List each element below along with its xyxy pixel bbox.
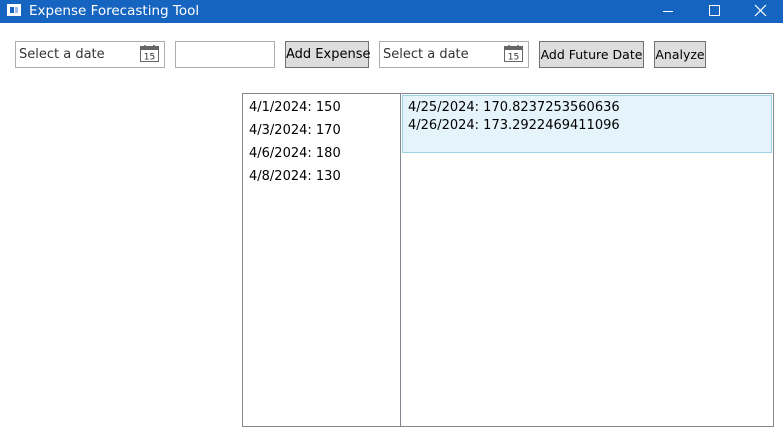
close-icon: [754, 4, 767, 17]
minimize-icon: [663, 11, 673, 12]
forecast-line: 4/26/2024: 173.2922469411096: [408, 118, 620, 133]
close-button[interactable]: [737, 0, 783, 23]
title-bar: Expense Forecasting Tool: [0, 0, 783, 23]
list-item[interactable]: 4/8/2024: 130: [249, 169, 341, 185]
forecast-list[interactable]: 4/25/2024: 170.8237253560636 4/26/2024: …: [400, 93, 774, 427]
amount-input[interactable]: [175, 41, 275, 68]
add-expense-button[interactable]: Add Expense: [285, 41, 370, 68]
calendar-icon-day: 15: [144, 53, 155, 63]
maximize-button[interactable]: [691, 0, 737, 23]
list-item[interactable]: 4/6/2024: 180: [249, 146, 341, 162]
expense-calendar-button[interactable]: 15: [140, 45, 159, 62]
minimize-button[interactable]: [645, 0, 691, 23]
expense-date-placeholder[interactable]: Select a date: [19, 47, 105, 63]
forecast-line: 4/25/2024: 170.8237253560636: [408, 100, 620, 115]
expenses-list[interactable]: 4/1/2024: 150 4/3/2024: 170 4/6/2024: 18…: [242, 93, 402, 427]
app-icon: [7, 4, 21, 16]
calendar-icon: 15: [504, 45, 523, 62]
calendar-icon-day: 15: [508, 53, 519, 63]
future-calendar-button[interactable]: 15: [504, 45, 523, 62]
calendar-icon: 15: [140, 45, 159, 62]
list-item[interactable]: 4/3/2024: 170: [249, 123, 341, 139]
expense-date-picker[interactable]: Select a date 15: [15, 41, 165, 68]
list-item[interactable]: 4/1/2024: 150: [249, 100, 341, 116]
selected-list-item[interactable]: 4/25/2024: 170.8237253560636 4/26/2024: …: [402, 95, 772, 153]
add-future-date-button[interactable]: Add Future Date: [539, 41, 644, 68]
window-title: Expense Forecasting Tool: [29, 3, 200, 19]
analyze-button[interactable]: Analyze: [654, 41, 706, 68]
future-date-picker[interactable]: Select a date 15: [379, 41, 529, 68]
maximize-icon: [709, 5, 720, 16]
future-date-placeholder[interactable]: Select a date: [383, 47, 469, 63]
